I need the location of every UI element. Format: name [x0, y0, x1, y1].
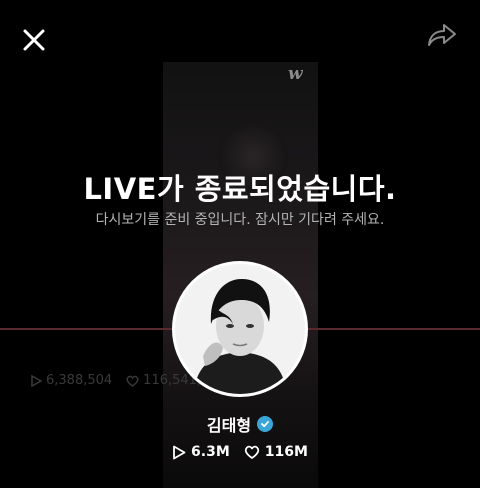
background-plays: 6,388,504 [30, 373, 112, 388]
live-ended-screen: w 6,388,504 116,541,... LIVE가 종료되었습니다. 다… [0, 0, 480, 488]
likes-count: 116M [264, 444, 308, 460]
plays-stat: 6.3M [172, 444, 230, 460]
close-button[interactable] [18, 22, 52, 56]
replay-preparing-subtitle: 다시보기를 준비 중입니다. 잠시만 기다려 주세요. [95, 212, 385, 228]
share-icon [428, 24, 456, 46]
avatar[interactable] [172, 261, 308, 397]
play-icon [31, 374, 42, 387]
play-icon [173, 445, 186, 459]
close-icon [23, 29, 45, 51]
profile-name-row: 김태형 [0, 412, 480, 436]
likes-stat: 116M [244, 444, 308, 460]
heart-icon [126, 375, 139, 387]
background-stats: 6,388,504 116,541,... [30, 373, 213, 388]
verified-badge-icon [257, 416, 274, 432]
heart-icon [244, 445, 259, 459]
share-button[interactable] [424, 20, 460, 50]
profile-stats: 6.3M 116M [0, 444, 480, 460]
weverse-watermark: w [288, 64, 303, 84]
background-plays-count: 6,388,504 [46, 373, 113, 388]
live-ended-title: LIVE가 종료되었습니다. [83, 172, 397, 206]
profile-name[interactable]: 김태형 [207, 412, 251, 436]
profile-photo [175, 264, 305, 394]
plays-count: 6.3M [191, 444, 230, 460]
